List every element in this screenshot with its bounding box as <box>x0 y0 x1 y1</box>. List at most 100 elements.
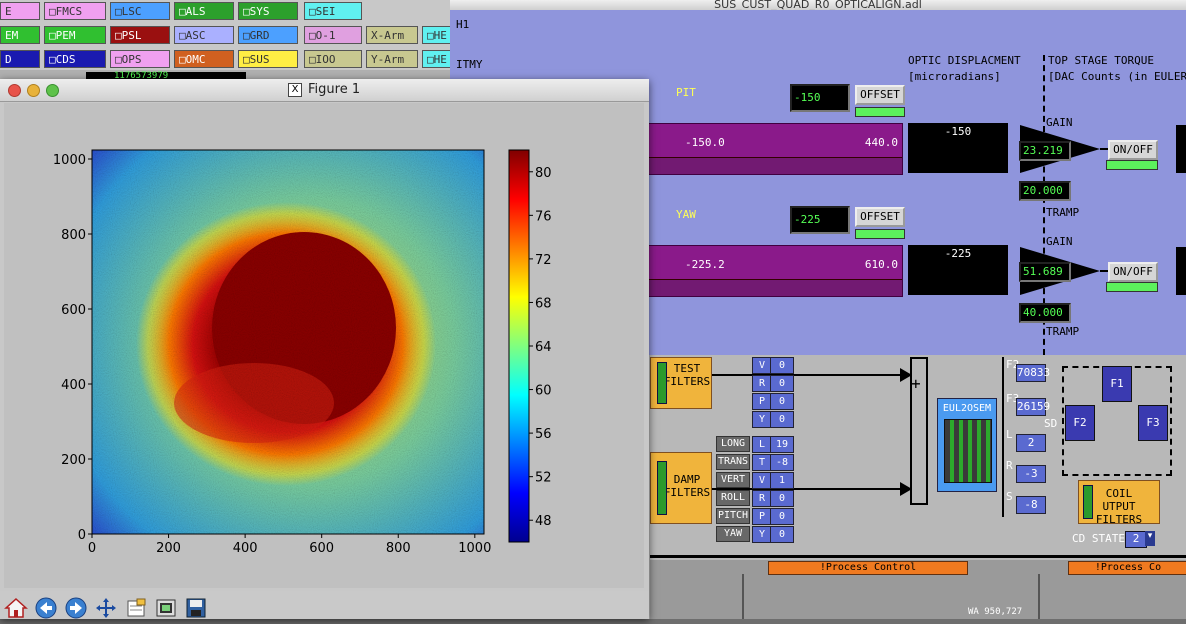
x-tick-label: 600 <box>309 541 334 556</box>
launcher-button-d[interactable]: D <box>0 50 40 68</box>
yaw-slider[interactable]: -225.2 610.0 <box>648 245 903 297</box>
damp-dof-label: P <box>752 508 772 525</box>
configure-icon[interactable] <box>154 596 178 620</box>
y-tick-label: 0 <box>78 528 86 543</box>
test-filters-block[interactable]: TEST FILTERS <box>650 357 712 409</box>
yaw-tramp-label: TRAMP <box>1046 325 1080 338</box>
yaw-output-block <box>1176 247 1186 295</box>
colorbar-tick-label: 48 <box>535 514 552 529</box>
medm-bottom-divider <box>650 555 1186 558</box>
damp-pitch-button[interactable]: PITCH <box>716 508 750 524</box>
coil-output-filters-block[interactable]: COIL UTPUT FILTERS <box>1078 480 1160 526</box>
osem-value: -3 <box>1016 465 1046 483</box>
x-tick-label: 1000 <box>458 541 491 556</box>
damp-dof-value: 1 <box>770 472 794 489</box>
launcher-button-fmcs[interactable]: □FMCS <box>44 2 106 20</box>
launcher-button-lsc[interactable]: □LSC <box>110 2 170 20</box>
colorbar-tick-label: 80 <box>535 166 552 181</box>
pit-offset-led <box>855 107 905 117</box>
launcher-button-em[interactable]: EM <box>0 26 40 44</box>
optic-label: ITMY <box>456 58 483 71</box>
launcher-button-pem[interactable]: □PEM <box>44 26 106 44</box>
damp-dof-value: 19 <box>770 436 794 453</box>
eul2osem-block[interactable]: EUL2OSEM <box>937 398 997 492</box>
close-icon[interactable] <box>8 84 21 97</box>
plot-canvas[interactable]: 0 200 400 600 800 1000 1000 800 600 400 200 0 80 76… <box>4 103 644 588</box>
maximize-icon[interactable] <box>46 84 59 97</box>
launcher-button-cds[interactable]: □CDS <box>44 50 106 68</box>
damp-long-button[interactable]: LONG <box>716 436 750 452</box>
launcher-button-he[interactable]: □HE <box>422 26 452 44</box>
minimize-icon[interactable] <box>27 84 40 97</box>
launcher-button-ops[interactable]: □OPS <box>110 50 170 68</box>
launcher-button-als[interactable]: □ALS <box>174 2 234 20</box>
launcher-button-psl[interactable]: □PSL <box>110 26 170 44</box>
x-axis-ticks: 0 200 400 600 800 1000 <box>88 534 491 556</box>
osem-bus <box>1002 357 1004 517</box>
yaw-offset-led <box>855 229 905 239</box>
y-tick-label: 400 <box>61 378 86 393</box>
coil-f2[interactable]: F2 <box>1065 405 1095 441</box>
pan-icon[interactable] <box>94 596 118 620</box>
launcher-button-ioo[interactable]: □IOO <box>304 50 362 68</box>
yaw-slider-max: 610.0 <box>864 258 898 271</box>
yaw-displacement-readout: -225 <box>908 245 1008 295</box>
yaw-gain-input[interactable]: 51.689 <box>1019 262 1071 282</box>
test-filters-indicator <box>657 362 667 404</box>
damp-roll-button[interactable]: ROLL <box>716 490 750 506</box>
yaw-tramp-input[interactable]: 40.000 <box>1019 303 1071 323</box>
yaw-offset-input[interactable]: -225 <box>790 206 850 234</box>
cd-state-select[interactable]: 2 <box>1125 531 1147 548</box>
save-icon[interactable] <box>184 596 208 620</box>
process-control-button[interactable]: !Process Control <box>768 561 968 575</box>
yaw-slider-track <box>649 279 902 296</box>
launcher-button-grd[interactable]: □GRD <box>238 26 298 44</box>
pit-onoff-button[interactable]: ON/OFF <box>1108 140 1158 160</box>
launcher-button-sei[interactable]: □SEI <box>304 2 362 20</box>
launcher-button-xarm[interactable]: X-Arm <box>366 26 418 44</box>
coil-f3[interactable]: F3 <box>1138 405 1168 441</box>
process-control-button-2[interactable]: !Process Co <box>1068 561 1186 575</box>
y-tick-label: 200 <box>61 453 86 468</box>
launcher-button-e[interactable]: E <box>0 2 40 20</box>
colorbar-tick-label: 60 <box>535 384 552 399</box>
launcher-button-sus[interactable]: □SUS <box>238 50 298 68</box>
test-signal-line <box>712 374 902 376</box>
medm-title-bar[interactable]: SUS_CUST_QUAD_R0_OPTICALIGN.adl <box>450 0 1186 10</box>
coil-f1[interactable]: F1 <box>1102 366 1132 402</box>
optic-displacement-title: OPTIC DISPLACMENT <box>908 54 1021 67</box>
damp-filters-block[interactable]: DAMP FILTERS <box>650 452 712 524</box>
launcher-button-sys[interactable]: □SYS <box>238 2 298 20</box>
x-tick-label: 400 <box>233 541 258 556</box>
pit-tramp-input[interactable]: 20.000 <box>1019 181 1071 201</box>
subplots-icon[interactable] <box>124 596 148 620</box>
y-tick-label: 600 <box>61 303 86 318</box>
colorbar <box>508 149 530 543</box>
pit-slider[interactable]: -150.0 440.0 <box>648 123 903 175</box>
yaw-offset-button[interactable]: OFFSET <box>855 207 905 227</box>
figure-title-bar[interactable]: X Figure 1 <box>0 79 649 102</box>
y-tick-label: 800 <box>61 228 86 243</box>
pit-offset-button[interactable]: OFFSET <box>855 85 905 105</box>
launcher-button-asc[interactable]: □ASC <box>174 26 234 44</box>
launcher-button-o1[interactable]: □O-1 <box>304 26 362 44</box>
damp-trans-button[interactable]: TRANS <box>716 454 750 470</box>
launcher-button-yarm[interactable]: Y-Arm <box>366 50 418 68</box>
pit-offset-input[interactable]: -150 <box>790 84 850 112</box>
colorbar-tick-label: 76 <box>535 209 552 224</box>
home-icon[interactable] <box>4 596 28 620</box>
pit-onoff-led <box>1106 160 1158 170</box>
eul2osem-matrix <box>944 419 992 483</box>
damp-yaw-button[interactable]: YAW <box>716 526 750 542</box>
damp-vert-button[interactable]: VERT <box>716 472 750 488</box>
back-icon[interactable] <box>34 596 58 620</box>
launcher-button-omc[interactable]: □OMC <box>174 50 234 68</box>
yaw-label: YAW <box>676 208 696 221</box>
forward-icon[interactable] <box>64 596 88 620</box>
launcher-button-he[interactable]: □HE <box>422 50 452 68</box>
colorbar-tick-label: 68 <box>535 296 552 311</box>
osem-value: 2 <box>1016 434 1046 452</box>
yaw-onoff-button[interactable]: ON/OFF <box>1108 262 1158 282</box>
pit-gain-input[interactable]: 23.219 <box>1019 141 1071 161</box>
cd-state-dropdown-icon[interactable]: ▾ <box>1145 531 1155 546</box>
